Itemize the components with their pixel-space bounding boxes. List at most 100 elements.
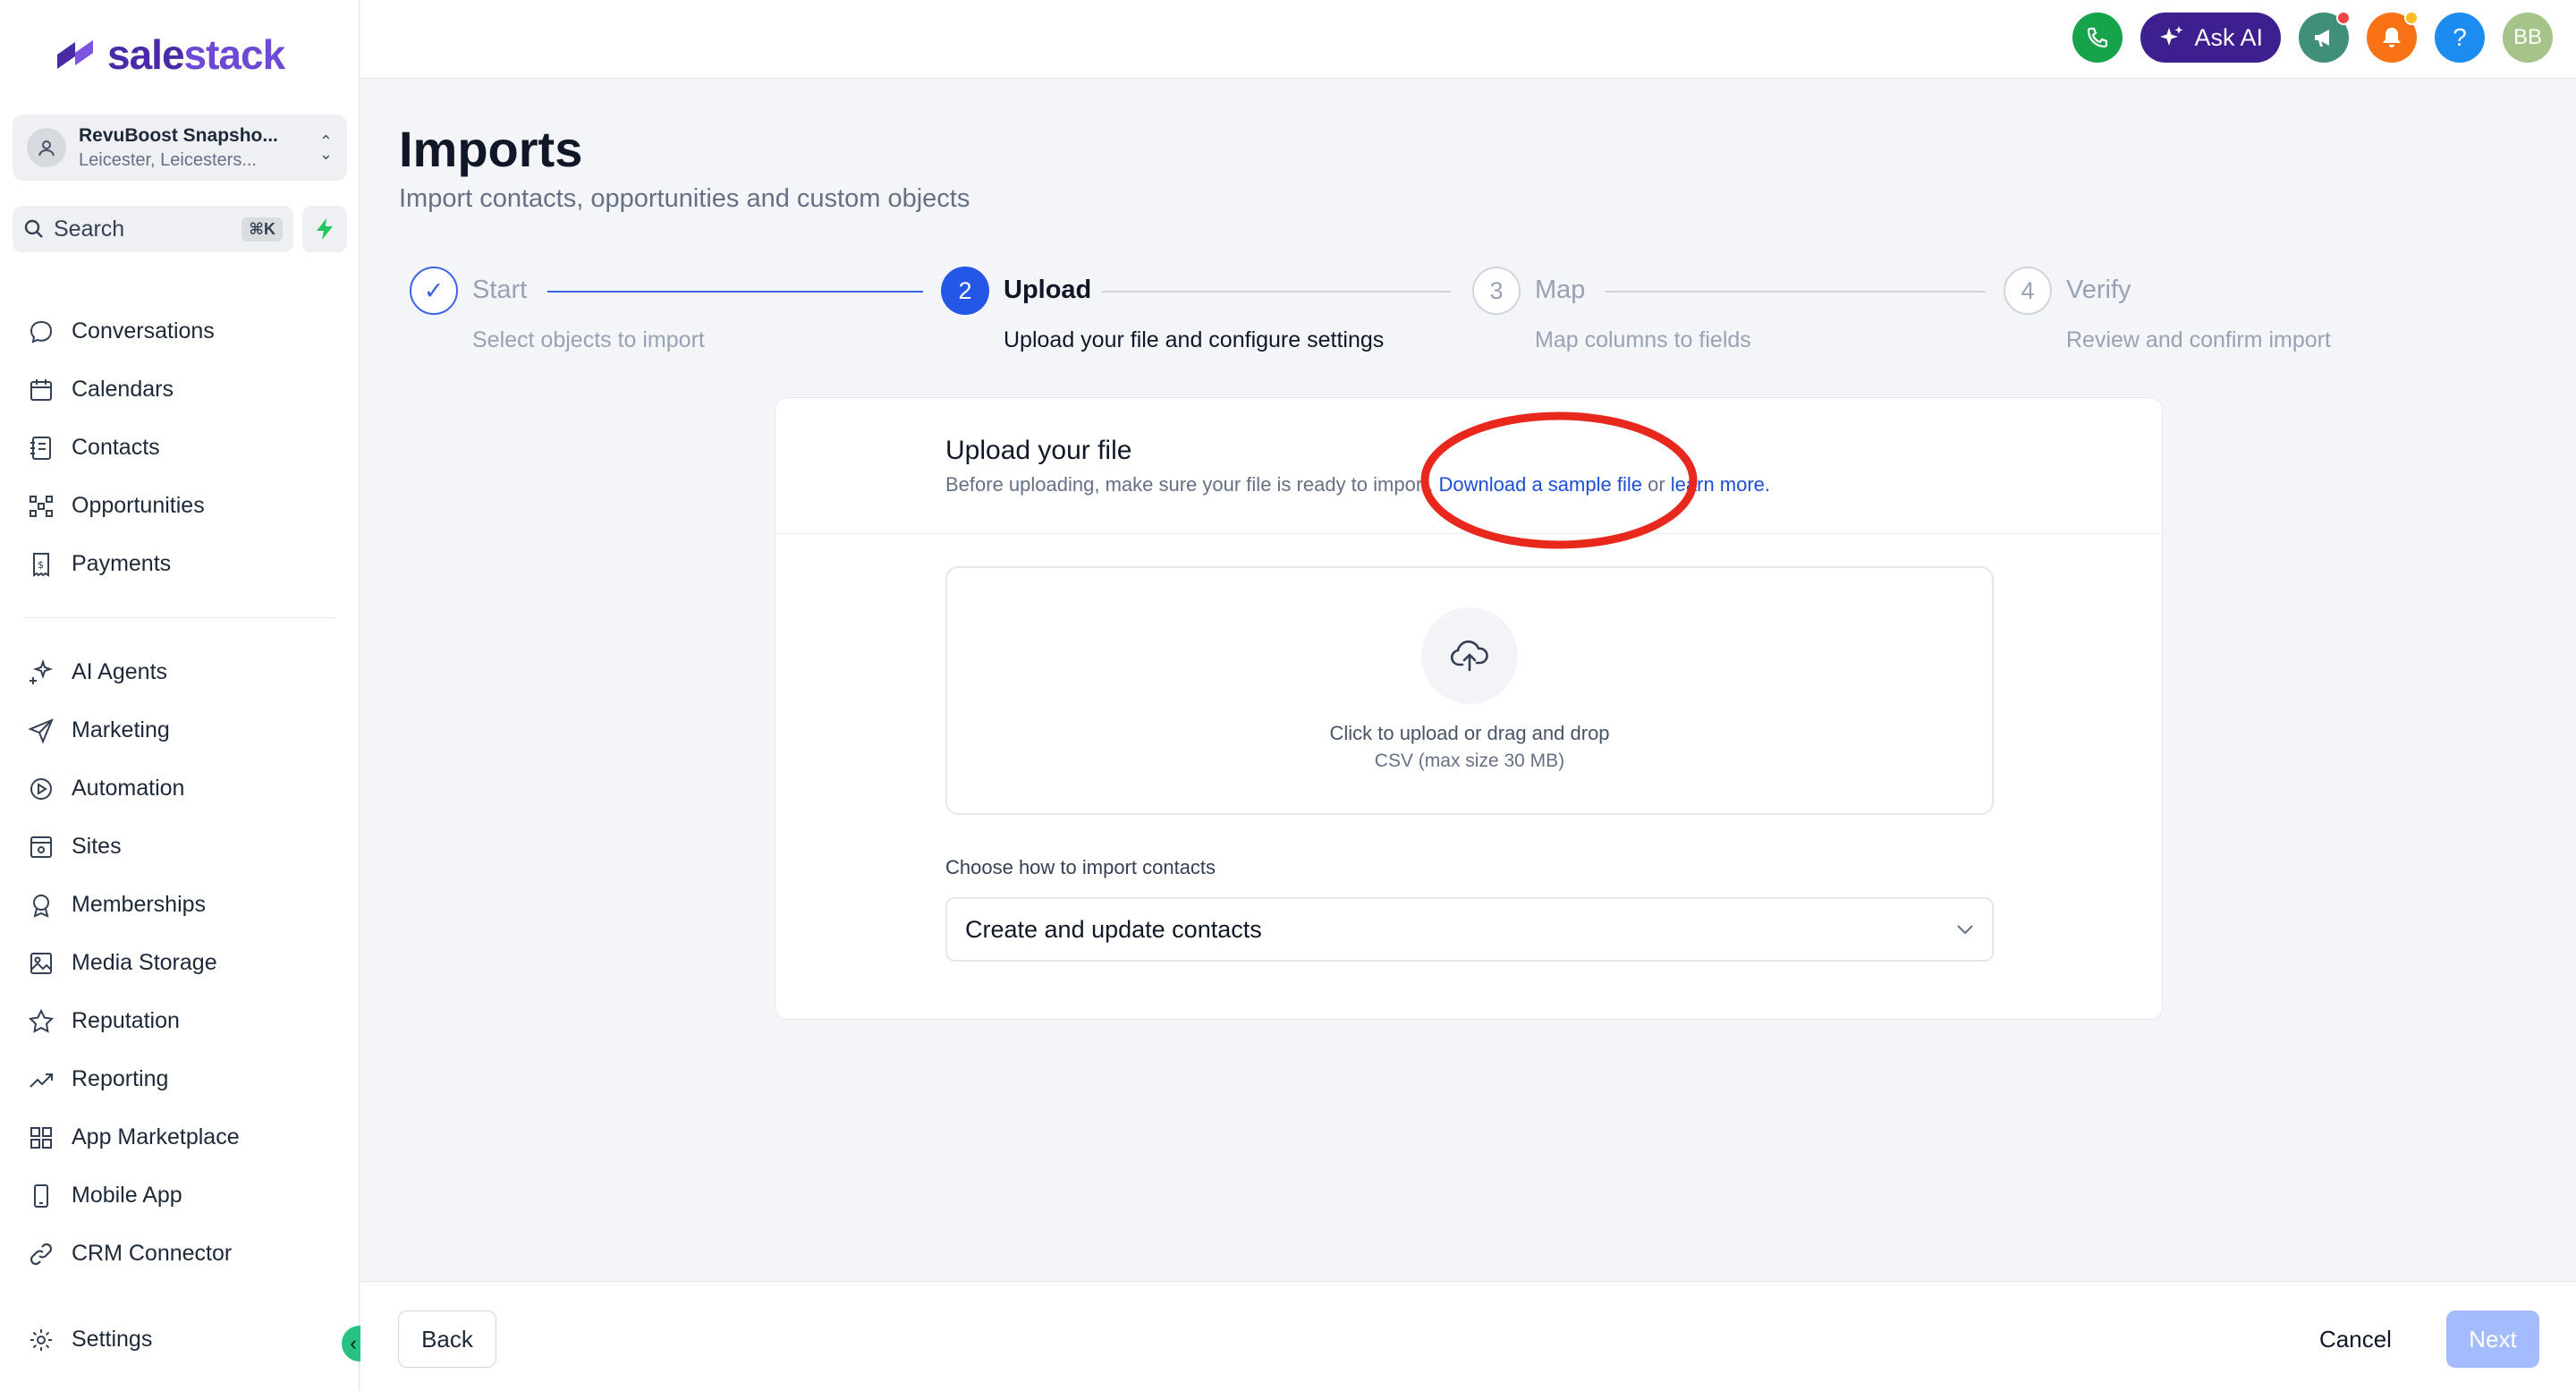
sidebar-item-automation[interactable]: Automation (25, 759, 240, 818)
play-circle-icon (25, 773, 57, 805)
logo-icon (57, 40, 93, 69)
nav-primary: Conversations Calendars Contacts Opportu… (25, 302, 215, 593)
notifications-button[interactable] (2367, 11, 2419, 63)
card-description-or: or (1641, 473, 1671, 496)
nav-secondary: AI Agents Marketing Automation Sites Mem… (25, 643, 240, 1283)
sidebar-item-conversations[interactable]: Conversations (25, 302, 215, 360)
card-title: Upload your file (945, 436, 1132, 465)
back-button[interactable]: Back (398, 1310, 496, 1368)
sidebar-item-reputation[interactable]: Reputation (25, 992, 240, 1050)
next-button[interactable]: Next (2446, 1310, 2539, 1368)
ask-ai-button[interactable]: Ask AI (2140, 13, 2281, 63)
step-connector (547, 291, 923, 293)
dropzone-file-limits: CSV (max size 30 MB) (1374, 751, 1565, 771)
sidebar-item-label: App Marketplace (72, 1124, 240, 1149)
upload-cloud-icon (1421, 607, 1518, 704)
sidebar-item-opportunities[interactable]: Opportunities (25, 477, 215, 535)
trend-icon (25, 1064, 57, 1096)
sparkle-icon (25, 657, 57, 689)
chat-bubble-icon (25, 316, 57, 348)
avatar-initials: BB (2512, 25, 2542, 49)
step-verify[interactable]: 4 Verify Review and confirm import (2004, 267, 2331, 352)
megaphone-icon (2315, 30, 2329, 47)
sidebar-item-settings[interactable]: Settings (25, 1310, 152, 1369)
help-button[interactable]: ? (2435, 13, 2485, 63)
step-number: 3 (1472, 267, 1521, 315)
step-title: Map (1535, 276, 1586, 304)
help-icon: ? (2453, 23, 2467, 51)
cancel-button[interactable]: Cancel (2319, 1310, 2392, 1368)
chevron-left-icon: ‹ (350, 1332, 357, 1354)
sidebar-item-payments[interactable]: $ Payments (25, 535, 215, 593)
sidebar-item-sites[interactable]: Sites (25, 818, 240, 876)
sidebar-item-label: Media Storage (72, 950, 217, 975)
upload-card: Upload your file Before uploading, make … (775, 397, 2163, 1020)
top-bar: Ask AI ? BB (360, 0, 2576, 79)
card-description: Before uploading, make sure your file is… (945, 473, 1770, 496)
account-name: RevuBoost Snapsho... (79, 124, 278, 146)
step-description: Upload your file and configure settings (1004, 327, 1385, 352)
account-avatar-icon (27, 128, 66, 167)
step-description: Select objects to import (472, 327, 705, 352)
import-mode-select[interactable]: Create and update contacts (945, 897, 1994, 962)
account-switcher[interactable]: RevuBoost Snapsho... Leicester, Leiceste… (13, 115, 347, 181)
notification-dot (2404, 11, 2419, 25)
nav-divider (25, 617, 335, 618)
step-connector (1605, 291, 1986, 293)
step-number: 2 (941, 267, 989, 315)
sidebar-item-mobile-app[interactable]: Mobile App (25, 1166, 240, 1225)
user-avatar[interactable]: BB (2503, 13, 2553, 63)
gear-icon (25, 1324, 57, 1356)
sidebar-item-label: AI Agents (72, 659, 168, 684)
sidebar-item-media-storage[interactable]: Media Storage (25, 934, 240, 992)
phone-device-icon (25, 1180, 57, 1212)
link-icon (25, 1238, 57, 1270)
import-mode-value: Create and update contacts (965, 915, 1262, 943)
phone-button[interactable] (2072, 13, 2123, 63)
sidebar-item-crm-connector[interactable]: CRM Connector (25, 1225, 240, 1283)
sidebar-item-label: Marketing (72, 717, 170, 742)
search-label: Search (54, 216, 125, 242)
step-upload[interactable]: 2 Upload Upload your file and configure … (941, 267, 1384, 352)
step-start[interactable]: ✓ Start Select objects to import (410, 267, 705, 352)
check-icon: ✓ (410, 267, 458, 315)
sidebar-item-memberships[interactable]: Memberships (25, 876, 240, 934)
search-button[interactable]: Search ⌘K (13, 206, 293, 252)
file-dropzone[interactable]: Click to upload or drag and drop CSV (ma… (945, 566, 1994, 815)
wizard-footer: Back Cancel Next (360, 1281, 2576, 1391)
sidebar-item-marketing[interactable]: Marketing (25, 701, 240, 759)
dropzone-instruction: Click to upload or drag and drop (1329, 722, 1610, 744)
sidebar-item-label: Opportunities (72, 493, 205, 518)
calendar-icon (25, 374, 57, 406)
card-header: Upload your file Before uploading, make … (775, 398, 2162, 534)
sidebar-item-ai-agents[interactable]: AI Agents (25, 643, 240, 701)
card-description-text: Before uploading, make sure your file is… (945, 473, 1439, 496)
sidebar-item-label: Contacts (72, 435, 160, 460)
step-map[interactable]: 3 Map Map columns to fields (1472, 267, 1751, 352)
logo-text: salestack (107, 31, 285, 78)
sidebar-item-label: Memberships (72, 892, 207, 917)
step-number: 4 (2004, 267, 2052, 315)
pipeline-icon (25, 490, 57, 522)
page-subtitle: Import contacts, opportunities and custo… (399, 184, 970, 213)
sidebar-item-reporting[interactable]: Reporting (25, 1050, 240, 1108)
quick-actions-button[interactable] (302, 206, 347, 252)
nav-settings: Settings (25, 1310, 152, 1369)
notification-dot (2336, 11, 2351, 25)
sidebar: salestack RevuBoost Snapsho... Leicester… (0, 0, 360, 1391)
learn-more-link[interactable]: learn more. (1671, 473, 1770, 496)
send-icon (25, 715, 57, 747)
sidebar-item-label: Calendars (72, 377, 174, 402)
announcements-button[interactable] (2299, 11, 2351, 63)
download-sample-link[interactable]: Download a sample file (1439, 473, 1642, 496)
sidebar-item-contacts[interactable]: Contacts (25, 419, 215, 477)
import-stepper: ✓ Start Select objects to import 2 Uploa… (410, 267, 2422, 365)
chevron-updown-icon: ⌃ ⌄ (318, 132, 333, 163)
sparkle-icon (2160, 26, 2183, 46)
sidebar-item-label: Reporting (72, 1066, 169, 1091)
search-shortcut: ⌘K (242, 216, 283, 242)
sidebar-item-app-marketplace[interactable]: App Marketplace (25, 1108, 240, 1166)
sidebar-item-calendars[interactable]: Calendars (25, 360, 215, 419)
salestack-logo[interactable]: salestack (54, 30, 285, 79)
step-title: Verify (2066, 276, 2131, 304)
